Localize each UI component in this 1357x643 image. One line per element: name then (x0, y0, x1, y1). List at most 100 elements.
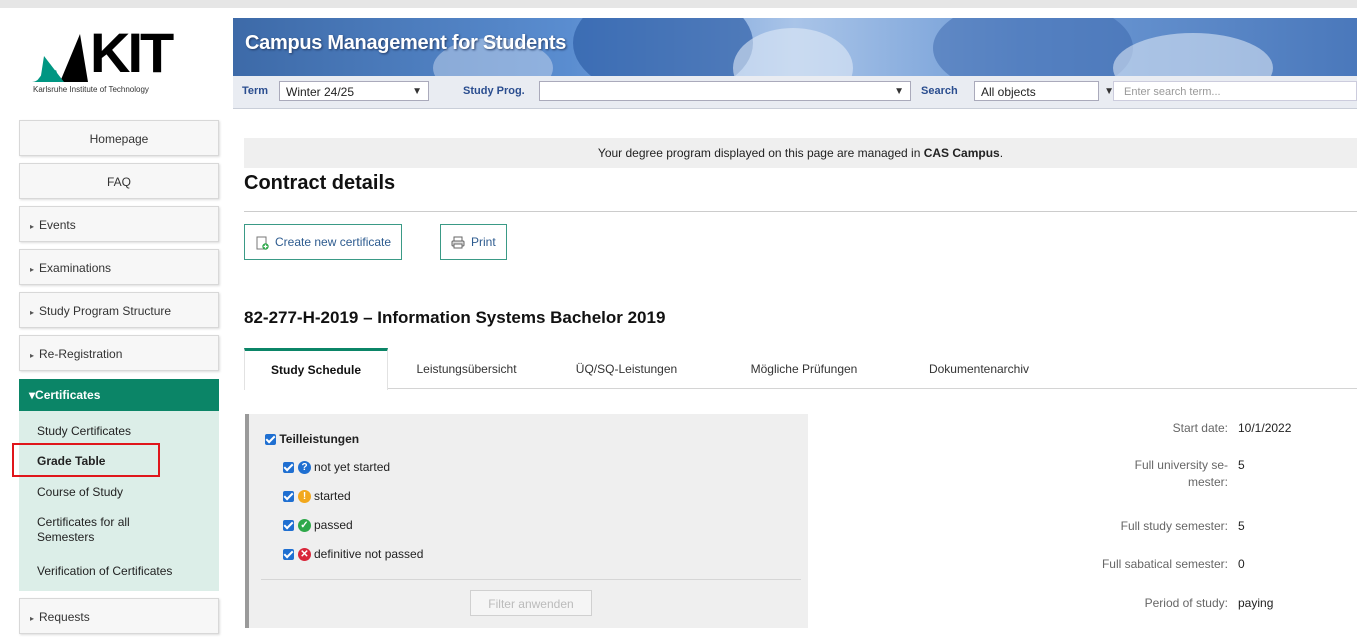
banner-title: Campus Management for Students (245, 32, 567, 54)
search-scope-select[interactable]: All objects ▼ (974, 81, 1114, 101)
sidebar-item-requests[interactable]: ▸ Requests (19, 598, 219, 634)
chevron-down-icon: ▼ (894, 86, 904, 97)
sidebar-item-label: Re-Registration (39, 347, 123, 361)
filter-group-teilleistungen[interactable]: Teilleistungen (265, 432, 359, 446)
full-study-semester-value: 5 (1238, 519, 1245, 533)
term-select[interactable]: Winter 24/25 ▼ (279, 81, 429, 101)
kit-logo-subtitle: Karlsruhe Institute of Technology (33, 85, 149, 94)
create-certificate-label: Create new certificate (275, 235, 392, 249)
filter-option-label: started (314, 489, 351, 503)
period-of-study-label: Period of study: (1144, 596, 1228, 610)
sidebar-item-re-registration[interactable]: ▸ Re-Registration (19, 335, 219, 371)
apply-filter-button[interactable]: Filter anwenden (470, 590, 592, 616)
search-input[interactable]: Enter search term... (1113, 81, 1357, 101)
studyprog-select[interactable]: ▼ (539, 81, 911, 101)
caret-right-icon: ▸ (30, 614, 35, 623)
full-university-semester-value: 5 (1238, 458, 1245, 472)
tab-uq-sq-leistungen[interactable]: ÜQ/SQ-Leistungen (554, 348, 699, 388)
tab-label: Dokumentenarchiv (928, 362, 1030, 376)
tab-label: Leistungsübersicht (416, 362, 517, 376)
full-university-semester-label: Full university se- mester: (1028, 457, 1228, 491)
search-scope-value: All objects (981, 85, 1036, 99)
studyprog-label: Study Prog. (463, 85, 525, 97)
sidebar-item-faq[interactable]: FAQ (19, 163, 219, 199)
checkbox-checked-icon[interactable] (283, 549, 294, 561)
grade-table-highlight-box (12, 443, 160, 477)
start-date-label: Start date: (1172, 421, 1228, 435)
filter-option-label: not yet started (314, 460, 391, 474)
check-icon: ✓ (298, 519, 311, 533)
kit-logo-text: KIT (90, 21, 174, 84)
filter-option-passed[interactable]: ✓ passed (283, 518, 353, 533)
tab-dokumentenarchiv[interactable]: Dokumentenarchiv (904, 348, 1054, 388)
submenu-certificates-all-semesters[interactable]: Certificates for all Semesters (37, 515, 187, 545)
checkbox-checked-icon[interactable] (283, 462, 294, 474)
status-filter-panel: Teilleistungen ? not yet started ! started… (245, 414, 808, 628)
notice-text: Your degree program displayed on this pa… (597, 146, 924, 160)
caret-right-icon: ▸ (30, 222, 35, 231)
tab-label: ÜQ/SQ-Leistungen (575, 362, 678, 376)
sidebar-item-certificates[interactable]: ▾Certificates (19, 379, 219, 411)
sidebar-item-events[interactable]: ▸ Events (19, 206, 219, 242)
chevron-down-icon: ▼ (412, 86, 422, 97)
print-button[interactable]: Print (440, 224, 507, 260)
tab-study-schedule[interactable]: Study Schedule (244, 348, 388, 390)
printer-icon (451, 236, 465, 249)
full-study-semester-label: Full study semester: (1120, 519, 1228, 533)
sidebar-item-homepage[interactable]: Homepage (19, 120, 219, 156)
new-document-icon (256, 236, 269, 250)
certificates-submenu: Study Certificates Grade Table Course of… (19, 411, 219, 591)
kit-logo[interactable]: KIT Karlsruhe Institute of Technology (30, 21, 190, 100)
kit-logo-mark (32, 34, 88, 82)
divider (244, 211, 1357, 212)
sidebar-item-label: Requests (39, 610, 90, 624)
tab-bar: Study Schedule Leistungsübersicht ÜQ/SQ-… (244, 348, 1357, 390)
checkbox-checked-icon[interactable] (283, 491, 294, 503)
sidebar-item-label: Certificates (35, 388, 101, 402)
checkbox-checked-icon[interactable] (283, 520, 294, 532)
tab-moegliche-pruefungen[interactable]: Mögliche Prüfungen (724, 348, 884, 388)
header-banner: Campus Management for Students (233, 18, 1357, 76)
checkbox-checked-icon[interactable] (265, 434, 276, 446)
filter-option-label: definitive not passed (314, 547, 424, 561)
sidebar-item-examinations[interactable]: ▸ Examinations (19, 249, 219, 285)
sidebar-item-label: Examinations (39, 261, 112, 275)
sidebar-item-label: FAQ (106, 175, 131, 189)
page-title: Contract details (244, 172, 396, 194)
term-label: Term (242, 85, 269, 97)
full-university-semester-label-text: Full university se- mester: (1134, 458, 1228, 489)
create-certificate-button[interactable]: Create new certificate (244, 224, 403, 260)
filter-option-started[interactable]: ! started (283, 489, 351, 504)
sidebar-item-label: Study Program Structure (39, 304, 172, 318)
submenu-verification-of-certificates[interactable]: Verification of Certificates (37, 564, 172, 579)
term-select-value: Winter 24/25 (286, 85, 355, 99)
global-filter-bar: Term Winter 24/25 ▼ Study Prog. ▼ Search… (233, 76, 1357, 109)
submenu-course-of-study[interactable]: Course of Study (37, 485, 123, 500)
full-sabatical-semester-value: 0 (1238, 557, 1245, 571)
notice-highlight: CAS Campus (923, 146, 1000, 160)
tab-leistungsuebersicht[interactable]: Leistungsübersicht (394, 348, 539, 388)
search-label: Search (921, 85, 958, 97)
filter-option-not-yet-started[interactable]: ? not yet started (283, 460, 391, 475)
exclamation-icon: ! (298, 490, 311, 504)
full-sabatical-semester-label: Full sabatical semester: (1101, 557, 1228, 571)
sidebar-item-label: Events (39, 218, 76, 232)
start-date-value: 10/1/2022 (1238, 421, 1292, 435)
sidebar-item-label: Homepage (89, 132, 149, 146)
filter-group-label: Teilleistungen (279, 432, 360, 446)
caret-right-icon: ▸ (30, 351, 35, 360)
top-strip (0, 0, 1357, 8)
caret-right-icon: ▸ (30, 265, 35, 274)
program-title: 82-277-H-2019 – Information Systems Bach… (244, 308, 666, 327)
notice-suffix: . (999, 146, 1004, 160)
filter-option-label: passed (314, 518, 353, 532)
x-icon: ✕ (298, 548, 311, 562)
notice-bar: Your degree program displayed on this pa… (244, 138, 1357, 168)
filter-option-definitive-not-passed[interactable]: ✕ definitive not passed (283, 547, 424, 562)
sidebar-item-study-program-structure[interactable]: ▸ Study Program Structure (19, 292, 219, 328)
tab-label: Study Schedule (270, 363, 362, 377)
divider (261, 579, 801, 580)
caret-right-icon: ▸ (30, 308, 35, 317)
period-of-study-value: paying (1238, 596, 1274, 610)
submenu-study-certificates[interactable]: Study Certificates (37, 424, 131, 439)
